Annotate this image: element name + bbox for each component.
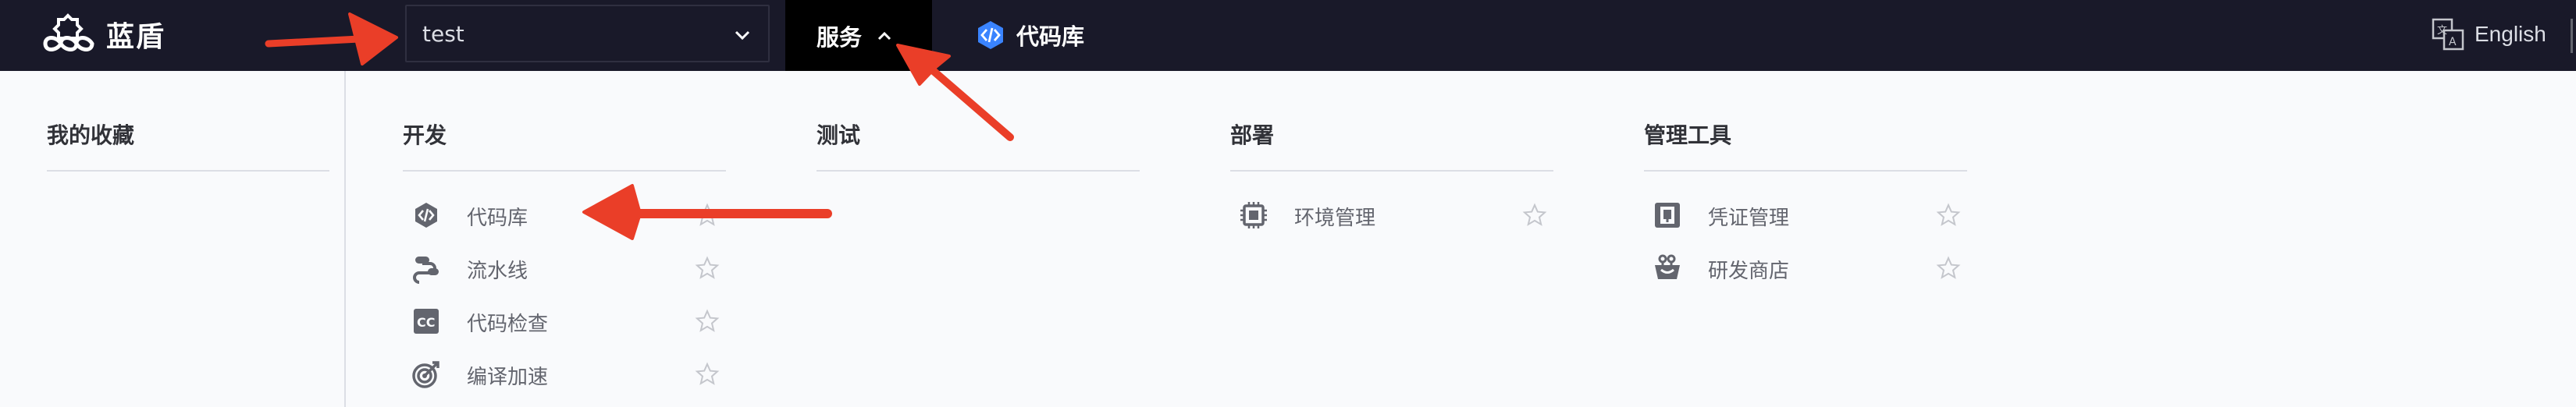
top-navigation-bar: 蓝盾 test 服务 代码库 文 A English bbox=[0, 0, 2576, 71]
favorites-title: 我的收藏 bbox=[47, 122, 135, 148]
chevron-down-icon bbox=[735, 30, 750, 41]
menu-item-label: 代码检查 bbox=[467, 313, 549, 336]
menu-column-title: 测试 bbox=[817, 122, 861, 148]
star-icon[interactable] bbox=[1936, 256, 1961, 281]
project-select-value: test bbox=[422, 20, 464, 47]
menu-item-label: 流水线 bbox=[467, 260, 528, 283]
brand-logo[interactable]: 蓝盾 bbox=[41, 9, 165, 59]
column-divider bbox=[403, 170, 726, 172]
column-divider bbox=[1644, 170, 1967, 172]
menu-item-label: 凭证管理 bbox=[1708, 207, 1790, 230]
menu-item-compile-accel[interactable]: 编译加速 bbox=[411, 352, 726, 396]
credential-icon bbox=[1655, 203, 1680, 228]
menu-column-title: 开发 bbox=[403, 122, 447, 148]
compile-accel-icon bbox=[412, 361, 439, 388]
language-switch[interactable]: 文 A English bbox=[2431, 12, 2546, 56]
column-divider bbox=[1230, 170, 1553, 172]
star-icon[interactable] bbox=[695, 256, 720, 281]
code-repo-shortcut-label: 代码库 bbox=[1016, 23, 1085, 50]
menu-item-pipeline[interactable]: 流水线 bbox=[411, 246, 726, 290]
menu-item-store[interactable]: 研发商店 bbox=[1652, 246, 1967, 290]
brand-logo-icon bbox=[43, 13, 94, 51]
translate-icon: 文 A bbox=[2432, 18, 2464, 51]
pipeline-icon bbox=[413, 257, 439, 284]
language-label: English bbox=[2475, 22, 2546, 46]
column-divider bbox=[817, 170, 1140, 172]
store-icon bbox=[1655, 254, 1680, 279]
code-repo-shortcut[interactable]: 代码库 bbox=[974, 16, 1084, 55]
menu-item-label: 研发商店 bbox=[1708, 260, 1790, 283]
star-icon[interactable] bbox=[1936, 203, 1961, 228]
menu-item-credential[interactable]: 凭证管理 bbox=[1652, 193, 1967, 237]
menu-item-label: 代码库 bbox=[467, 207, 528, 230]
star-icon[interactable] bbox=[695, 203, 720, 228]
favorites-divider bbox=[47, 170, 329, 172]
svg-text:CC: CC bbox=[417, 315, 435, 330]
services-menu-panel: 我的收藏 开发 代码库 流水线 CC 代码检查 编译加速 测试 部署 环境管理 … bbox=[0, 71, 2576, 407]
environment-icon bbox=[1240, 202, 1267, 228]
star-icon[interactable] bbox=[1522, 203, 1547, 228]
code-repo-icon bbox=[978, 21, 1003, 49]
menu-column-title: 管理工具 bbox=[1644, 122, 1732, 148]
svg-text:A: A bbox=[2449, 36, 2457, 48]
code-repo-icon bbox=[415, 203, 437, 228]
menu-item-code-repo[interactable]: 代码库 bbox=[411, 193, 726, 237]
services-tab-label: 服务 bbox=[817, 23, 863, 51]
favorites-column: 我的收藏 bbox=[0, 71, 346, 407]
menu-item-label: 环境管理 bbox=[1294, 207, 1376, 230]
star-icon[interactable] bbox=[695, 362, 720, 387]
project-select[interactable]: test bbox=[405, 5, 770, 62]
star-icon[interactable] bbox=[695, 309, 720, 334]
services-menu-tab[interactable]: 服务 bbox=[785, 0, 932, 71]
menu-item-code-check[interactable]: CC 代码检查 bbox=[411, 299, 726, 343]
chevron-up-icon bbox=[877, 31, 891, 40]
topbar-divider bbox=[2571, 19, 2573, 53]
menu-column-title: 部署 bbox=[1230, 122, 1275, 148]
code-check-icon: CC bbox=[414, 309, 439, 334]
svg-text:文: 文 bbox=[2437, 25, 2447, 37]
menu-item-environment[interactable]: 环境管理 bbox=[1238, 193, 1553, 237]
brand-name: 蓝盾 bbox=[106, 21, 166, 53]
menu-item-label: 编译加速 bbox=[467, 366, 549, 389]
